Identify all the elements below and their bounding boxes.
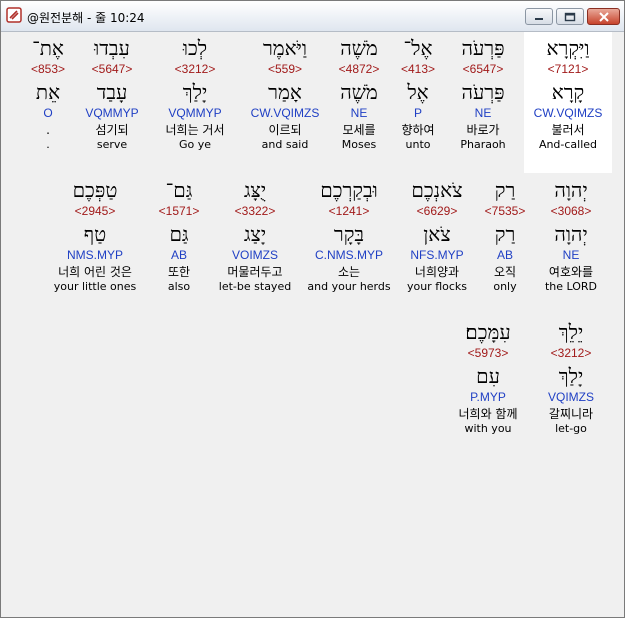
minimize-button[interactable] <box>525 8 553 25</box>
word-cell[interactable]: טַפְּכֶם <2945> טַף NMS.MYP 너희 어린 것은 your lit… <box>40 178 150 294</box>
word-cell[interactable]: אֶת־ <853> אֵת O.. <box>0 36 103 152</box>
close-icon <box>588 9 619 24</box>
english-gloss: with you <box>464 422 512 435</box>
korean-gloss: 너희와 함께 <box>458 407 518 421</box>
morphology-code: O <box>43 106 53 120</box>
morphology-code: C.NMS.MYP <box>314 248 383 262</box>
lemma-word: בָּקָר <box>333 222 365 246</box>
morphology-code: P.MYP <box>470 390 506 404</box>
word-cell[interactable]: וּבְקַרְכֶם <1241> בָּקָר C.NMS.MYP 소는 and yo… <box>294 178 404 294</box>
strong-number: <1241> <box>328 204 370 218</box>
english-gloss: your little ones <box>53 280 137 293</box>
lemma-word: טַף <box>83 222 107 246</box>
english-gloss: and your herds <box>307 280 391 293</box>
english-gloss: . <box>46 138 50 151</box>
korean-gloss: 소는 <box>337 265 361 279</box>
korean-gloss: . <box>46 123 50 137</box>
lemma-word: עִם <box>476 364 500 388</box>
morphology-code: NMS.MYP <box>66 248 123 262</box>
app-icon[interactable] <box>6 7 22 23</box>
minimize-icon <box>526 9 552 24</box>
strong-number: <853> <box>30 62 66 76</box>
hebrew-word: עִמָּכֶם׃ <box>465 320 511 344</box>
title-bar[interactable]: @원전분해 - 줄 10:24 <box>1 1 624 32</box>
hebrew-word: אֶת־ <box>32 36 64 60</box>
app-window: @원전분해 - 줄 10:24 וַיִּקְרָא <7121> קָרָא CW.… <box>0 0 625 618</box>
close-button[interactable] <box>587 8 620 25</box>
korean-gloss: 너희 어린 것은 <box>58 265 132 279</box>
hebrew-word: טַפְּכֶם <box>72 178 118 202</box>
hebrew-word: וּבְקַרְכֶם <box>320 178 378 202</box>
strong-number: <2945> <box>74 204 116 218</box>
strong-number: <5973> <box>467 346 509 360</box>
lemma-word: אֵת <box>35 80 61 104</box>
word-cell[interactable]: עִמָּכֶם׃ <5973> עִם P.MYP 너희와 함께 with you <box>433 320 543 436</box>
maximize-icon <box>557 9 583 24</box>
interlinear-view: וַיִּקְרָא <7121> קָרָא CW.VQIMZS 불러서 And-cal… <box>3 32 622 615</box>
maximize-button[interactable] <box>556 8 584 25</box>
window-title: @원전분해 - 줄 10:24 <box>27 11 145 25</box>
